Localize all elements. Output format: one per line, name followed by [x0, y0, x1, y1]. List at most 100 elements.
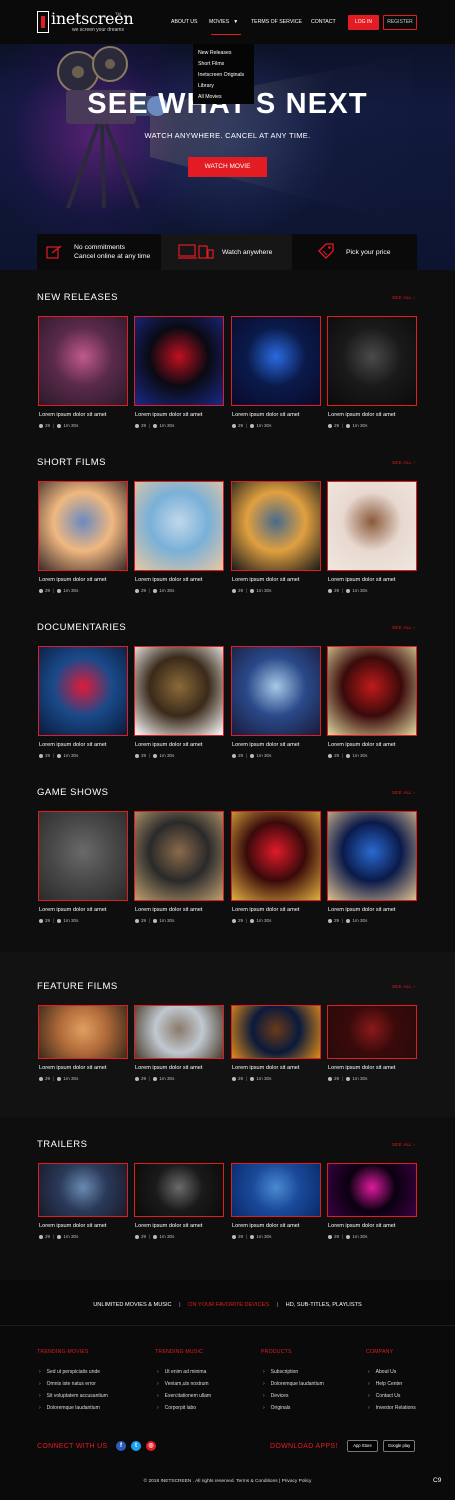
duration: 1m 30s	[352, 1076, 368, 1081]
footer-link[interactable]: Doloremque laudantium	[39, 1405, 100, 1411]
footer-link[interactable]: Devices	[263, 1393, 289, 1399]
movie-title[interactable]: Lorem ipsum dolor sit amet	[39, 412, 106, 418]
movie-thumbnail[interactable]	[134, 811, 224, 901]
register-button[interactable]: REGISTER	[383, 15, 417, 30]
movie-title[interactable]: Lorem ipsum dolor sit amet	[328, 1223, 395, 1229]
footer-link[interactable]: Omnis iste natus error	[39, 1381, 96, 1387]
movie-title[interactable]: Lorem ipsum dolor sit amet	[232, 1223, 299, 1229]
comment-count: 29	[45, 753, 51, 758]
movie-thumbnail[interactable]	[134, 481, 224, 571]
clock-icon	[57, 588, 62, 593]
movie-thumbnail[interactable]	[327, 316, 417, 406]
app-store-badge[interactable]: App Store	[347, 1440, 378, 1452]
movie-meta: 29 | 1m 30s	[328, 753, 367, 758]
footer-link[interactable]: Originals	[263, 1405, 291, 1411]
movie-thumbnail[interactable]	[231, 1163, 321, 1217]
movie-title[interactable]: Lorem ipsum dolor sit amet	[39, 1065, 106, 1071]
movie-thumbnail[interactable]	[327, 1005, 417, 1059]
see-all-link[interactable]: SEE ALL ›	[392, 625, 415, 630]
footer-link[interactable]: Subscription	[263, 1369, 299, 1375]
movie-thumbnail[interactable]	[38, 316, 128, 406]
clock-icon	[346, 918, 351, 923]
movie-meta: 29 | 1m 30s	[135, 753, 174, 758]
footer-link[interactable]: Sit voluptatem accusantium	[39, 1393, 108, 1399]
dropdown-item-new-releases[interactable]: New Releases	[198, 50, 231, 56]
brand-logo[interactable]: inetscreen TM we screen your dreams	[37, 9, 134, 35]
movie-thumbnail[interactable]	[231, 811, 321, 901]
movie-thumbnail[interactable]	[38, 811, 128, 901]
footer-link[interactable]: Doloremque laudantium	[263, 1381, 324, 1387]
dropdown-item-short-films[interactable]: Short Films	[198, 61, 224, 67]
movie-title[interactable]: Lorem ipsum dolor sit amet	[135, 742, 202, 748]
movie-thumbnail[interactable]	[231, 646, 321, 736]
movie-thumbnail[interactable]	[327, 646, 417, 736]
comment-icon	[39, 918, 43, 923]
movie-title[interactable]: Lorem ipsum dolor sit amet	[328, 1065, 395, 1071]
duration: 1m 30s	[63, 918, 79, 923]
movie-thumbnail[interactable]	[38, 1163, 128, 1217]
nav-about-us[interactable]: ABOUT US	[171, 19, 197, 25]
dropdown-item-all-movies[interactable]: All Movies	[198, 94, 222, 100]
footer-link[interactable]: About Us	[368, 1369, 397, 1375]
nav-movies[interactable]: MOVIES ▼	[209, 19, 238, 25]
footer-link[interactable]: Exercitationem ullam	[157, 1393, 211, 1399]
movie-title[interactable]: Lorem ipsum dolor sit amet	[328, 742, 395, 748]
dropdown-item-library[interactable]: Library	[198, 83, 214, 89]
movie-meta: 29 | 1m 30s	[232, 1234, 271, 1239]
movie-title[interactable]: Lorem ipsum dolor sit amet	[232, 1065, 299, 1071]
movie-title[interactable]: Lorem ipsum dolor sit amet	[135, 1223, 202, 1229]
movie-title[interactable]: Lorem ipsum dolor sit amet	[328, 577, 395, 583]
login-button[interactable]: LOG IN	[348, 15, 379, 30]
movie-thumbnail[interactable]	[38, 646, 128, 736]
footer-link[interactable]: Ut enim ad minima	[157, 1369, 207, 1375]
movie-title[interactable]: Lorem ipsum dolor sit amet	[39, 577, 106, 583]
movie-thumbnail[interactable]	[231, 1005, 321, 1059]
google-play-badge[interactable]: Google play	[383, 1440, 415, 1452]
nav-contact[interactable]: CONTACT	[311, 19, 336, 25]
movie-thumbnail[interactable]	[134, 646, 224, 736]
footer-link[interactable]: Contact Us	[368, 1393, 401, 1399]
movie-title[interactable]: Lorem ipsum dolor sit amet	[39, 1223, 106, 1229]
facebook-icon[interactable]: f	[116, 1441, 126, 1451]
see-all-link[interactable]: SEE ALL ›	[392, 1142, 415, 1147]
movie-title[interactable]: Lorem ipsum dolor sit amet	[39, 907, 106, 913]
movie-title[interactable]: Lorem ipsum dolor sit amet	[232, 742, 299, 748]
movie-thumbnail[interactable]	[231, 316, 321, 406]
dropdown-item-originals[interactable]: Inetscreen Originals	[198, 72, 244, 78]
see-all-link[interactable]: SEE ALL ›	[392, 984, 415, 989]
watch-movie-button[interactable]: WATCH MOVIE	[188, 157, 267, 177]
movie-title[interactable]: Lorem ipsum dolor sit amet	[135, 1065, 202, 1071]
movie-thumbnail[interactable]	[38, 481, 128, 571]
movie-thumbnail[interactable]	[327, 481, 417, 571]
movie-thumbnail[interactable]	[134, 1005, 224, 1059]
feature-line1: Pick your price	[346, 249, 391, 256]
movie-title[interactable]: Lorem ipsum dolor sit amet	[135, 577, 202, 583]
instagram-icon[interactable]: ◎	[146, 1441, 156, 1451]
see-all-link[interactable]: SEE ALL ›	[392, 790, 415, 795]
footer-link[interactable]: Help Center	[368, 1381, 403, 1387]
see-all-link[interactable]: SEE ALL ›	[392, 460, 415, 465]
movie-title[interactable]: Lorem ipsum dolor sit amet	[232, 577, 299, 583]
movie-thumbnail[interactable]	[134, 316, 224, 406]
movie-thumbnail[interactable]	[327, 811, 417, 901]
movie-title[interactable]: Lorem ipsum dolor sit amet	[232, 907, 299, 913]
movie-thumbnail[interactable]	[134, 1163, 224, 1217]
movie-thumbnail[interactable]	[38, 1005, 128, 1059]
movie-meta: 29 | 1m 30s	[232, 1076, 271, 1081]
see-all-link[interactable]: SEE ALL ›	[392, 295, 415, 300]
movie-title[interactable]: Lorem ipsum dolor sit amet	[39, 742, 106, 748]
twitter-icon[interactable]: t	[131, 1441, 141, 1451]
movie-thumbnail[interactable]	[231, 481, 321, 571]
footer-link[interactable]: Sed ut perspiciatis unde	[39, 1369, 100, 1375]
movie-thumbnail[interactable]	[327, 1163, 417, 1217]
nav-terms[interactable]: TERMS OF SERVICE	[251, 19, 302, 25]
movie-title[interactable]: Lorem ipsum dolor sit amet	[328, 907, 395, 913]
movie-title[interactable]: Lorem ipsum dolor sit amet	[328, 412, 395, 418]
movie-title[interactable]: Lorem ipsum dolor sit amet	[135, 412, 202, 418]
footer-link[interactable]: Investor Relations	[368, 1405, 416, 1411]
footer-link[interactable]: Corporpit labo	[157, 1405, 196, 1411]
footer-link[interactable]: Veniam,uis nostrum	[157, 1381, 209, 1387]
movie-title[interactable]: Lorem ipsum dolor sit amet	[232, 412, 299, 418]
movie-title[interactable]: Lorem ipsum dolor sit amet	[135, 907, 202, 913]
page-badge: C9	[433, 1477, 442, 1484]
